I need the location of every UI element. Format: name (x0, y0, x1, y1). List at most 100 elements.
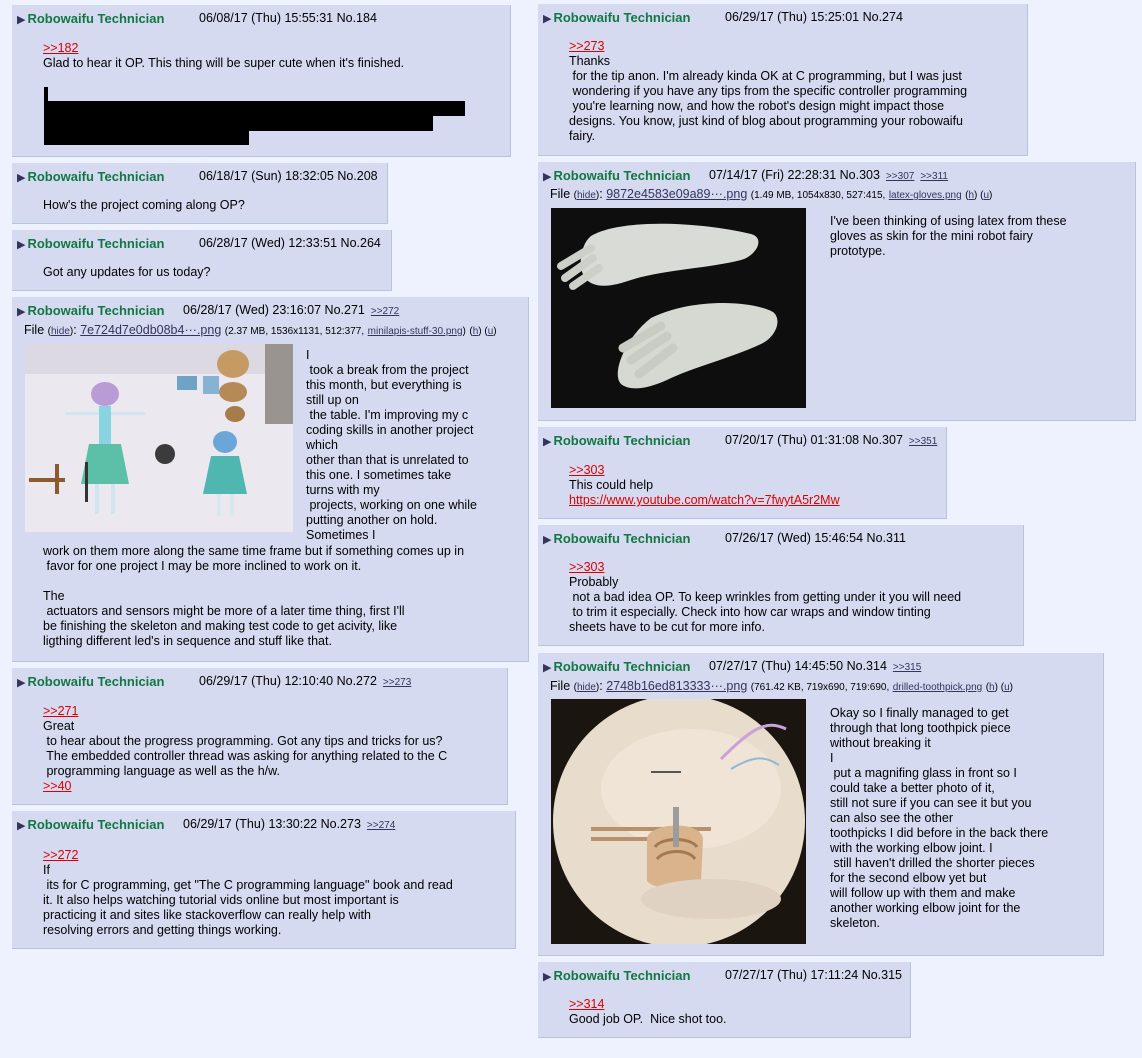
post-line: favor for one project I may be more incl… (43, 559, 362, 573)
post-number[interactable]: No.315 (862, 968, 902, 982)
original-filename[interactable]: latex-gloves.png (889, 190, 962, 201)
post-line: this month, but everything is (306, 378, 462, 392)
post-274: ▶ Robowaifu Technician 06/29/17 (Thu) 15:2… (538, 4, 1028, 156)
post-line: still not sure if you can see it but you (830, 796, 1032, 810)
post-number[interactable]: No.264 (341, 236, 381, 250)
h-link[interactable]: h (989, 682, 995, 693)
post-image-thumbnail[interactable] (551, 699, 806, 944)
post-body: >>272 If its for C programming, get "The … (43, 848, 453, 938)
post-menu-arrow-icon[interactable]: ▶ (543, 436, 551, 448)
post-number[interactable]: No.303 (840, 168, 880, 182)
post-menu-arrow-icon[interactable]: ▶ (17, 677, 25, 689)
post-side-text: I've been thinking of using latex from t… (830, 214, 1067, 259)
post-number[interactable]: No.184 (337, 11, 377, 25)
post-number[interactable]: No.272 (337, 674, 377, 688)
post-menu-arrow-icon[interactable]: ▶ (17, 820, 25, 832)
post-body: Got any updates for us today? (43, 265, 210, 280)
u-link[interactable]: u (1004, 682, 1010, 693)
post-line: programming language as well as the h/w. (43, 764, 280, 778)
post-menu-arrow-icon[interactable]: ▶ (17, 239, 25, 251)
original-filename[interactable]: minilapis-stuff-30.png (368, 326, 463, 337)
post-date: 06/29/17 (Thu) 15:25:01 (725, 10, 860, 24)
post-date: 07/27/17 (Thu) 17:11:24 (725, 968, 859, 982)
original-filename[interactable]: drilled-toothpick.png (893, 682, 983, 693)
quote-link[interactable]: >>273 (569, 39, 967, 54)
poster-name: Robowaifu Technician (27, 303, 165, 318)
post-menu-arrow-icon[interactable]: ▶ (543, 971, 551, 983)
post-line: gloves as skin for the mini robot fairy (830, 229, 1033, 243)
post-line: designs. You know, just kind of blog abo… (569, 114, 963, 128)
quote-link[interactable]: >>303 (569, 463, 840, 478)
post-date: 07/27/17 (Thu) 14:45:50 (709, 659, 844, 673)
figure-image (551, 208, 806, 408)
post-line: actuators and sensors might be more of a… (43, 604, 405, 618)
post-date: 06/08/17 (Thu) 15:55:31 (199, 11, 334, 25)
post-date: 06/28/17 (Wed) 12:33:51 (199, 236, 338, 250)
post-number[interactable]: No.271 (325, 303, 365, 317)
file-info: File (hide): 2748b16ed813333···.png (761… (550, 679, 1013, 693)
post-body: >>182 Glad to hear it OP. This thing will… (43, 41, 404, 71)
file-link[interactable]: 7e724d7e0db08b4···.png (80, 323, 221, 337)
post-side-text: Okay so I finally managed to get through … (830, 706, 1048, 931)
post-line: wondering if you have any tips from the … (569, 84, 968, 98)
poster-name: Robowaifu Technician (27, 169, 165, 184)
quote-link[interactable]: >>40 (43, 779, 447, 794)
poster-name: Robowaifu Technician (27, 236, 165, 251)
backlink[interactable]: >>351 (909, 436, 937, 447)
backlink[interactable]: >>311 (920, 171, 948, 182)
post-line: prototype. (830, 244, 886, 258)
post-number[interactable]: No.307 (863, 433, 903, 447)
backlink[interactable]: >>274 (367, 820, 395, 831)
hide-link[interactable]: hide (577, 190, 596, 201)
backlink[interactable]: >>273 (383, 677, 411, 688)
quote-link[interactable]: >>303 (569, 560, 961, 575)
post-line: sheets have to be cut for more info. (569, 620, 765, 634)
backlink[interactable]: >>307 (886, 171, 914, 182)
quote-link[interactable]: >>182 (43, 41, 404, 56)
file-link[interactable]: 9872e4583e09a89···.png (606, 187, 747, 201)
post-line: took a break from the project (306, 363, 469, 377)
redaction-block (44, 101, 465, 116)
post-number[interactable]: No.311 (867, 531, 906, 545)
post-menu-arrow-icon[interactable]: ▶ (543, 13, 551, 25)
post-image-thumbnail[interactable] (551, 208, 806, 408)
h-link[interactable]: h (968, 190, 974, 201)
figure-image (25, 344, 293, 532)
post-line: for the second elbow yet but (830, 871, 987, 885)
post-menu-arrow-icon[interactable]: ▶ (17, 14, 25, 26)
post-menu-arrow-icon[interactable]: ▶ (17, 306, 25, 318)
post-number[interactable]: No.273 (321, 817, 361, 831)
post-line: I (830, 751, 834, 765)
post-image-thumbnail[interactable] (25, 344, 293, 532)
post-date: 06/18/17 (Sun) 18:32:05 (199, 169, 334, 183)
quote-link[interactable]: >>272 (43, 848, 453, 863)
post-header: ▶ Robowaifu Technician 06/08/17 (Thu) 15:5… (17, 11, 377, 26)
quote-link[interactable]: >>314 (569, 997, 727, 1012)
backlink[interactable]: >>315 (893, 662, 921, 673)
backlink[interactable]: >>272 (371, 306, 399, 317)
post-number[interactable]: No.274 (863, 10, 903, 24)
poster-name: Robowaifu Technician (553, 168, 691, 183)
u-link[interactable]: u (983, 190, 989, 201)
post-body: work on them more along the same time fr… (43, 544, 464, 649)
u-link[interactable]: u (488, 326, 494, 337)
post-body: How's the project coming along OP? (43, 198, 245, 213)
file-link[interactable]: 2748b16ed813333···.png (606, 679, 747, 693)
post-184: ▶ Robowaifu Technician 06/08/17 (Thu) 15:5… (12, 5, 511, 157)
post-menu-arrow-icon[interactable]: ▶ (17, 172, 25, 184)
hide-link[interactable]: hide (577, 682, 596, 693)
post-number[interactable]: No.314 (847, 659, 887, 673)
post-menu-arrow-icon[interactable]: ▶ (543, 662, 551, 674)
post-line: practicing it and sites like stackoverfl… (43, 908, 371, 922)
post-body: >>273 Thanks for the tip anon. I'm alread… (569, 39, 967, 144)
post-264: ▶ Robowaifu Technician 06/28/17 (Wed) 12:3… (12, 230, 392, 291)
quote-link[interactable]: >>271 (43, 704, 447, 719)
post-menu-arrow-icon[interactable]: ▶ (543, 171, 551, 183)
post-line: The (43, 589, 65, 603)
hide-link[interactable]: hide (51, 326, 70, 337)
poster-name: Robowaifu Technician (553, 659, 691, 674)
post-number[interactable]: No.208 (337, 169, 377, 183)
h-link[interactable]: h (473, 326, 479, 337)
post-menu-arrow-icon[interactable]: ▶ (543, 534, 551, 546)
external-link[interactable]: https://www.youtube.com/watch?v=7fwytA5r… (569, 493, 840, 508)
